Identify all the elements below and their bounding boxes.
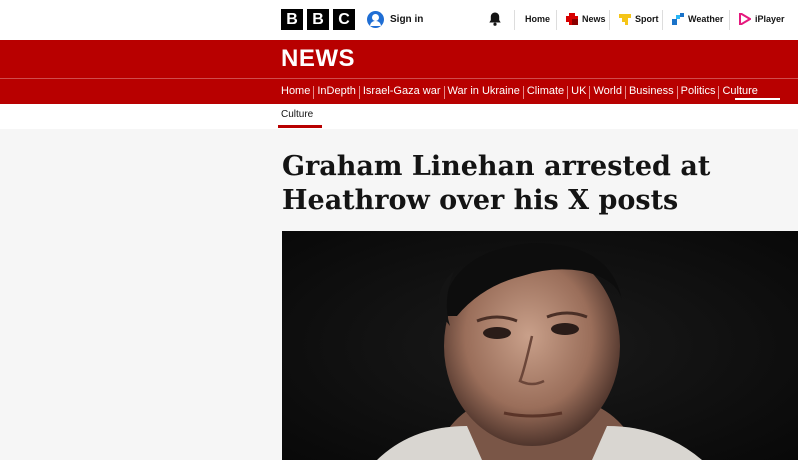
- section-nav-culture[interactable]: Culture: [719, 85, 760, 99]
- notifications-bell-icon[interactable]: [487, 11, 503, 27]
- user-account-icon: [367, 10, 384, 28]
- section-nav-list: Home InDepth Israel-Gaza war War in Ukra…: [281, 85, 761, 99]
- bbc-logo-letter: B: [281, 9, 303, 30]
- topnav-home[interactable]: Home: [525, 12, 550, 26]
- weather-icon: [672, 13, 684, 25]
- iplayer-icon: [739, 13, 751, 25]
- active-section-indicator: [735, 98, 780, 100]
- topnav-news-label: News: [582, 14, 606, 24]
- divider: [609, 10, 610, 30]
- section-nav-world[interactable]: World: [590, 85, 625, 99]
- topnav-iplayer[interactable]: iPlayer: [739, 12, 785, 26]
- bbc-logo[interactable]: B B C: [281, 9, 355, 30]
- topnav-weather[interactable]: Weather: [672, 12, 723, 26]
- bbc-logo-letter: C: [333, 9, 355, 30]
- subnav-culture[interactable]: Culture: [281, 109, 313, 120]
- divider: [556, 10, 557, 30]
- section-navigation: Home InDepth Israel-Gaza war War in Ukra…: [0, 78, 798, 104]
- section-nav-business[interactable]: Business: [626, 85, 677, 99]
- topnav-sport-label: Sport: [635, 14, 659, 24]
- divider: [662, 10, 663, 30]
- article-hero-image[interactable]: [282, 231, 798, 460]
- section-nav-climate[interactable]: Climate: [524, 85, 567, 99]
- divider: [729, 10, 730, 30]
- section-nav-war-in-ukraine[interactable]: War in Ukraine: [445, 85, 523, 99]
- sign-in-link[interactable]: Sign in: [367, 10, 423, 28]
- sign-in-label: Sign in: [390, 13, 424, 25]
- divider: [514, 10, 515, 30]
- global-header: B B C Sign in Home News Sport Weather iP…: [0, 0, 798, 40]
- active-subnav-indicator: [278, 125, 322, 128]
- news-logo[interactable]: NEWS: [281, 45, 355, 73]
- portrait-photo: [282, 231, 798, 460]
- article-headline: Graham Linehan arrested at Heathrow over…: [282, 151, 711, 216]
- section-nav-indepth[interactable]: InDepth: [314, 85, 359, 99]
- section-nav-uk[interactable]: UK: [568, 85, 589, 99]
- topnav-home-label: Home: [525, 14, 551, 24]
- topnav-sport[interactable]: Sport: [619, 12, 659, 26]
- topnav-iplayer-label: iPlayer: [755, 14, 785, 24]
- sport-icon: [619, 14, 631, 25]
- sub-navigation: Culture: [0, 104, 798, 129]
- section-nav-politics[interactable]: Politics: [678, 85, 719, 99]
- bbc-logo-letter: B: [307, 9, 329, 30]
- news-icon: [566, 13, 578, 25]
- section-nav-israel-gaza-war[interactable]: Israel-Gaza war: [360, 85, 444, 99]
- section-nav-home[interactable]: Home: [281, 85, 313, 99]
- news-banner: NEWS: [0, 40, 798, 78]
- topnav-weather-label: Weather: [688, 14, 724, 24]
- topnav-news[interactable]: News: [566, 12, 606, 26]
